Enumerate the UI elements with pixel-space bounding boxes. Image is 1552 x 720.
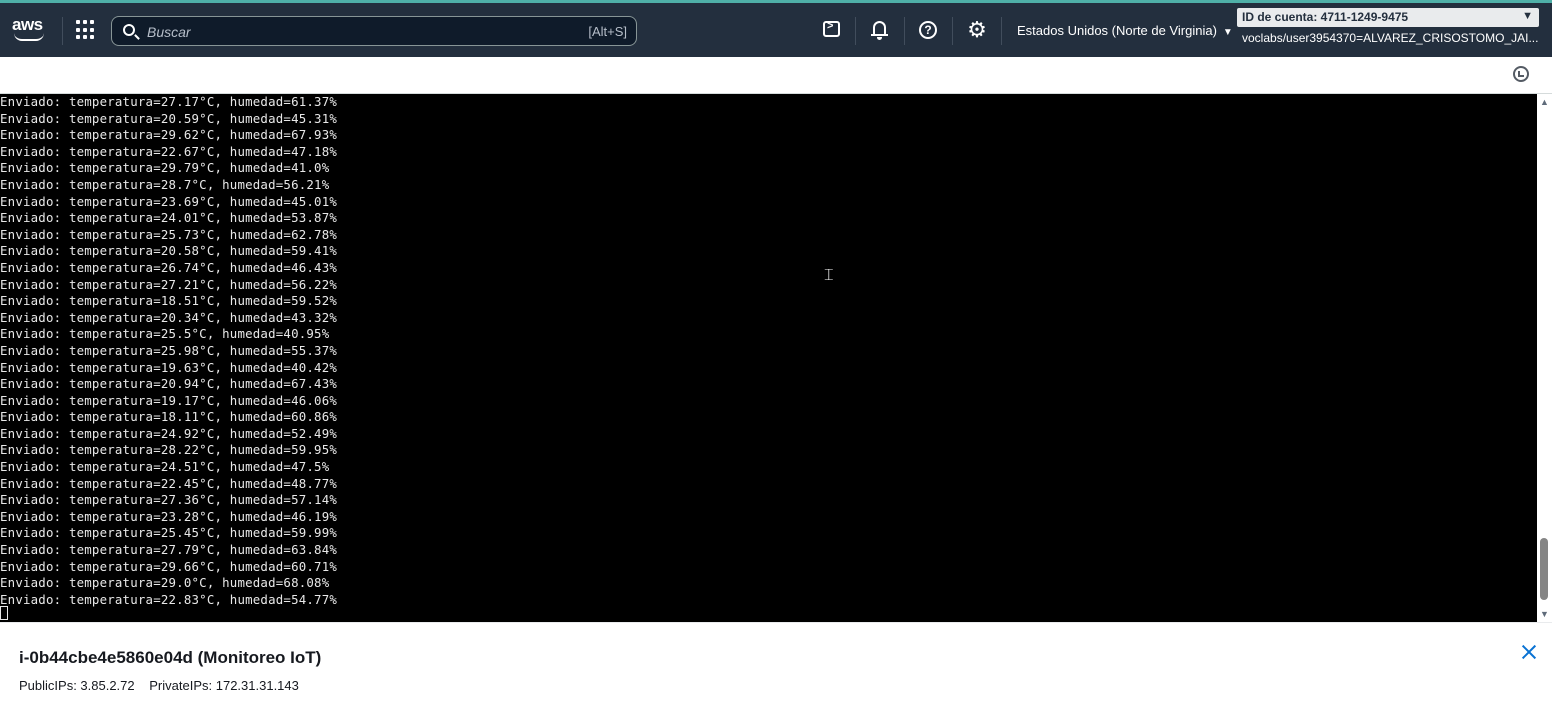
cloudshell-icon[interactable] [821,19,843,41]
region-selector[interactable]: Estados Unidos (Norte de Virginia) ▼ [1017,23,1233,38]
user-name[interactable]: voclabs/user3954370=ALVAREZ_CRISOSTOMO_J… [1242,31,1538,45]
terminal-line: Enviado: temperatura=20.58°C, humedad=59… [0,243,338,259]
account-id: ID de cuenta: 4711-1249-9475 [1242,10,1409,24]
terminal-line: Enviado: temperatura=19.17°C, humedad=46… [0,392,338,408]
help-icon[interactable]: ? [917,19,939,41]
terminal-line: Enviado: temperatura=22.83°C, humedad=54… [0,591,338,607]
terminal-line: Enviado: temperatura=27.21°C, humedad=56… [0,276,338,292]
refresh-icon[interactable] [1513,66,1529,82]
terminal-line: Enviado: temperatura=20.59°C, humedad=45… [0,110,338,126]
terminal-line: Enviado: temperatura=24.01°C, humedad=53… [0,210,338,226]
instance-ips: PublicIPs: 3.85.2.72 PrivateIPs: 172.31.… [19,678,310,693]
terminal-line: Enviado: temperatura=26.74°C, humedad=46… [0,259,338,275]
terminal-line: Enviado: temperatura=24.51°C, humedad=47… [0,459,330,475]
logo-text: aws [12,15,43,34]
search-icon [123,24,135,36]
nav-divider [1001,17,1002,45]
caret-down-icon: ▼ [1222,27,1233,38]
close-icon[interactable] [1520,643,1538,661]
nav-divider [952,17,953,45]
gear-icon[interactable]: ⚙ [966,19,988,41]
text-cursor-icon: ⌶ [824,267,834,284]
terminal-line: Enviado: temperatura=28.22°C, humedad=59… [0,442,338,458]
terminal-line: Enviado: temperatura=24.92°C, humedad=52… [0,425,338,441]
terminal-output[interactable]: Enviado: temperatura=27.17°C, humedad=61… [0,94,1537,622]
terminal-line: Enviado: temperatura=23.28°C, humedad=46… [0,508,338,524]
terminal-line: Enviado: temperatura=27.36°C, humedad=57… [0,492,338,508]
search-shortcut: [Alt+S] [588,24,627,39]
terminal-cursor [0,606,8,620]
logo-smile-icon [14,33,44,41]
terminal-lines: Enviado: temperatura=27.17°C, humedad=61… [0,94,1537,608]
terminal-line: Enviado: temperatura=20.94°C, humedad=67… [0,376,338,392]
terminal-line: Enviado: temperatura=28.7°C, humedad=56.… [0,176,330,192]
terminal-line: Enviado: temperatura=20.34°C, humedad=43… [0,309,338,325]
session-toolbar [0,57,1552,94]
terminal-line: Enviado: temperatura=25.5°C, humedad=40.… [0,326,330,342]
account-menu[interactable]: ID de cuenta: 4711-1249-9475 ▼ [1237,8,1539,27]
search-placeholder: Buscar [147,24,191,40]
terminal-line: Enviado: temperatura=25.98°C, humedad=55… [0,342,338,358]
scroll-up-icon[interactable]: ▲ [1540,97,1549,107]
top-navigation-bar: aws Buscar [Alt+S] ? ⚙ Estados Unidos (N… [0,0,1552,57]
instance-info-panel: i-0b44cbe4e5860e04d (Monitoreo IoT) Publ… [0,622,1552,720]
private-ips: PrivateIPs: 172.31.31.143 [149,678,299,693]
aws-logo[interactable]: aws [12,15,50,43]
terminal-line: Enviado: temperatura=18.51°C, humedad=59… [0,293,338,309]
terminal-line: Enviado: temperatura=25.45°C, humedad=59… [0,525,338,541]
terminal-line: Enviado: temperatura=23.69°C, humedad=45… [0,193,338,209]
region-label: Estados Unidos (Norte de Virginia) [1017,23,1217,38]
caret-down-icon: ▼ [1522,10,1533,22]
terminal-line: Enviado: temperatura=29.62°C, humedad=67… [0,127,338,143]
terminal-line: Enviado: temperatura=25.73°C, humedad=62… [0,226,338,242]
nav-divider [62,17,63,45]
terminal-line: Enviado: temperatura=19.63°C, humedad=40… [0,359,338,375]
scroll-down-icon[interactable]: ▼ [1540,609,1549,619]
bell-icon[interactable] [869,19,891,41]
terminal-scrollbar[interactable]: ▲ ▼ [1537,94,1552,622]
instance-title: i-0b44cbe4e5860e04d (Monitoreo IoT) [19,648,322,667]
nav-divider [855,17,856,45]
terminal-line: Enviado: temperatura=27.79°C, humedad=63… [0,542,338,558]
terminal-line: Enviado: temperatura=27.17°C, humedad=61… [0,94,338,109]
terminal-line: Enviado: temperatura=29.0°C, humedad=68.… [0,575,330,591]
terminal-line: Enviado: temperatura=18.11°C, humedad=60… [0,409,338,425]
scrollbar-thumb[interactable] [1540,538,1548,600]
terminal-line: Enviado: temperatura=29.79°C, humedad=41… [0,160,330,176]
public-ips: PublicIPs: 3.85.2.72 [19,678,135,693]
terminal-line: Enviado: temperatura=22.67°C, humedad=47… [0,143,338,159]
terminal-line: Enviado: temperatura=29.66°C, humedad=60… [0,558,338,574]
apps-grid-icon[interactable] [76,20,96,40]
terminal-line: Enviado: temperatura=22.45°C, humedad=48… [0,475,338,491]
nav-divider [904,17,905,45]
search-input[interactable]: Buscar [Alt+S] [111,16,637,46]
